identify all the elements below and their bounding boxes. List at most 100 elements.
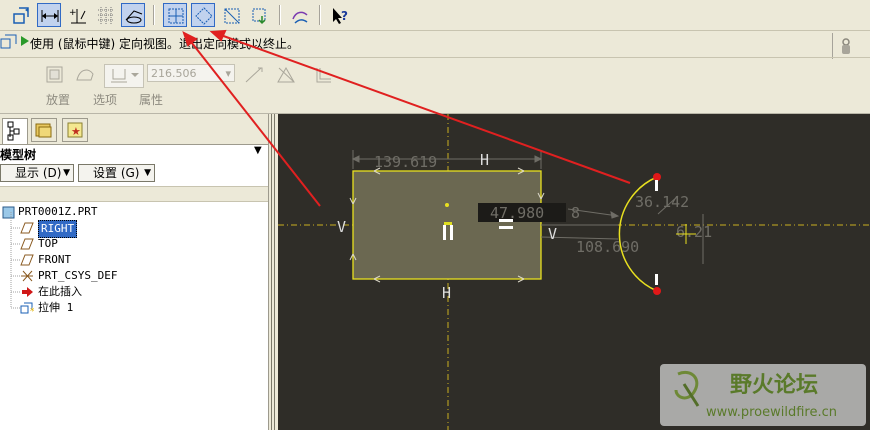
context-help-icon: ? xyxy=(333,8,348,24)
tree-item-label: FRONT xyxy=(38,253,72,266)
tree-column-header xyxy=(0,186,268,202)
model-tree-list: PRT0001Z.PRT RIGHT TOP FRONT PRT_CSYS_DE… xyxy=(0,204,268,424)
tab-options[interactable]: 选项 xyxy=(93,91,117,108)
dimension-display-button[interactable] xyxy=(37,3,61,27)
settings-dropdown-button[interactable]: 设置 (G) ▼ xyxy=(78,164,155,182)
constraint-display-button[interactable]: + xyxy=(65,3,89,27)
extrude-icon: * xyxy=(20,302,34,315)
equal-constraint xyxy=(499,226,513,229)
graphics-window[interactable]: 139.619 H 47.980 8 36.142 108.690 6.21 V… xyxy=(278,114,870,430)
hidden-line-button[interactable] xyxy=(163,3,187,27)
surface-icon xyxy=(76,69,94,81)
vertex-display-button[interactable] xyxy=(121,3,145,27)
tree-item-right[interactable]: RIGHT xyxy=(0,220,268,238)
solid-icon xyxy=(46,66,63,83)
tab-favorites[interactable]: ★ xyxy=(62,118,88,142)
depth-value: 216.506 xyxy=(151,67,197,80)
reorient-button[interactable] xyxy=(247,3,271,27)
context-help-button[interactable]: ? xyxy=(327,3,351,27)
remove-material-button[interactable] xyxy=(275,64,297,86)
chevron-down-icon[interactable]: ▼ xyxy=(254,145,262,156)
tree-item-label: 拉伸 1 xyxy=(38,301,74,314)
horizontal-constraint-label-bottom: H xyxy=(442,284,451,302)
tree-item-label: PRT_CSYS_DEF xyxy=(38,269,118,282)
grid-display-button[interactable] xyxy=(93,3,117,27)
lock-icon[interactable] xyxy=(840,36,852,56)
insert-here-icon xyxy=(22,287,33,297)
extrude-surface-button[interactable] xyxy=(74,64,96,86)
chevron-down-icon: ▼ xyxy=(144,168,151,178)
toolbar-separator xyxy=(279,5,281,25)
model-tree-title: 模型树 xyxy=(0,148,37,162)
vertical-constraint-label-right: V xyxy=(548,225,557,243)
sketch-view-icon xyxy=(13,7,29,24)
tree-item-part[interactable]: PRT0001Z.PRT xyxy=(0,204,268,220)
model-tree-icon xyxy=(7,121,20,141)
midpoint-marker xyxy=(450,225,453,240)
thicken-sketch-button[interactable] xyxy=(313,64,335,86)
tree-item-insert-here[interactable]: 在此插入 xyxy=(0,284,268,300)
svg-text:+: + xyxy=(69,8,77,18)
dashboard-icon xyxy=(0,33,18,51)
settings-button-label: 设置 (G) xyxy=(93,166,140,180)
toolbar-separator xyxy=(153,5,155,25)
show-button-label: 显示 (D) xyxy=(15,166,62,180)
sketch-orientation-button[interactable] xyxy=(9,3,33,27)
csys-icon xyxy=(21,270,33,282)
tree-item-label: TOP xyxy=(38,237,58,250)
tab-properties[interactable]: 属性 xyxy=(139,91,163,108)
toolbar-separator xyxy=(319,5,321,25)
tree-item-extrude[interactable]: * 拉伸 1 xyxy=(0,300,268,316)
favorites-icon: ★ xyxy=(67,122,83,138)
prompt-arrow-icon xyxy=(20,35,30,47)
vertical-constraint-label-left: V xyxy=(337,218,346,236)
spin-center-icon xyxy=(292,11,308,24)
navigator-panel: ★ 模型树 ▼ 显示 (D) ▼ 设置 (G) ▼ PRT0001Z.PRT R… xyxy=(0,114,269,430)
depth-option-dropdown[interactable] xyxy=(104,64,144,88)
extrude-solid-button[interactable] xyxy=(44,64,66,86)
tab-model-tree[interactable] xyxy=(2,118,28,144)
dimension-offset: 47.980 xyxy=(490,204,544,222)
shading-icon xyxy=(224,8,240,24)
thicken-icon xyxy=(316,68,331,83)
watermark-title: 野火论坛 xyxy=(730,372,818,398)
no-hidden-button[interactable] xyxy=(191,3,215,27)
tree-connector-lines xyxy=(10,212,20,309)
navigator-tabs: ★ xyxy=(0,114,268,145)
arc-endpoint xyxy=(653,287,661,295)
model-tree-header: 模型树 ▼ xyxy=(0,145,268,163)
model-tree-controls: 显示 (D) ▼ 设置 (G) ▼ xyxy=(0,164,268,184)
tree-item-csys[interactable]: PRT_CSYS_DEF xyxy=(0,268,268,284)
panel-splitter[interactable] xyxy=(269,114,278,430)
constraint-display-icon: + xyxy=(69,8,86,24)
svg-text:?: ? xyxy=(341,9,348,23)
hidden-line-icon xyxy=(168,8,184,24)
flip-direction-button[interactable] xyxy=(243,64,265,86)
grid-display-icon xyxy=(98,7,114,24)
equal-constraint xyxy=(499,219,513,222)
show-dropdown-button[interactable]: 显示 (D) ▼ xyxy=(0,164,74,182)
no-hidden-icon xyxy=(195,7,213,25)
tree-item-front[interactable]: FRONT xyxy=(0,252,268,268)
shading-button[interactable] xyxy=(219,3,243,27)
spin-center-button[interactable] xyxy=(287,3,311,27)
dimension-display-icon xyxy=(41,10,59,22)
extrude-dashboard: 使用 (鼠标中键) 定向视图。退出定向模式以终止。 216.506 ▾ 放置 选… xyxy=(0,31,870,114)
tab-placement[interactable]: 放置 xyxy=(46,91,70,108)
chevron-down-icon[interactable]: ▾ xyxy=(225,65,231,83)
sketch-point xyxy=(445,203,449,207)
message-prompt: 使用 (鼠标中键) 定向视图。退出定向模式以终止。 xyxy=(30,37,299,51)
reorient-icon xyxy=(252,8,266,25)
tab-folder-browser[interactable] xyxy=(31,118,57,142)
depth-value-input[interactable]: 216.506 ▾ xyxy=(147,64,235,82)
dimension-length: 108.690 xyxy=(576,238,639,256)
view-toolbar: + ? xyxy=(0,0,870,31)
dimension-width: 139.619 xyxy=(374,153,437,171)
divider xyxy=(0,57,870,58)
tree-item-label: 在此插入 xyxy=(38,285,82,298)
dimension-radius: 36.142 xyxy=(635,193,689,211)
tree-item-top[interactable]: TOP xyxy=(0,236,268,252)
midpoint-marker xyxy=(444,222,452,225)
tree-item-label: PRT0001Z.PRT xyxy=(18,205,98,218)
dimension-offset-suffix: 8 xyxy=(571,204,580,222)
